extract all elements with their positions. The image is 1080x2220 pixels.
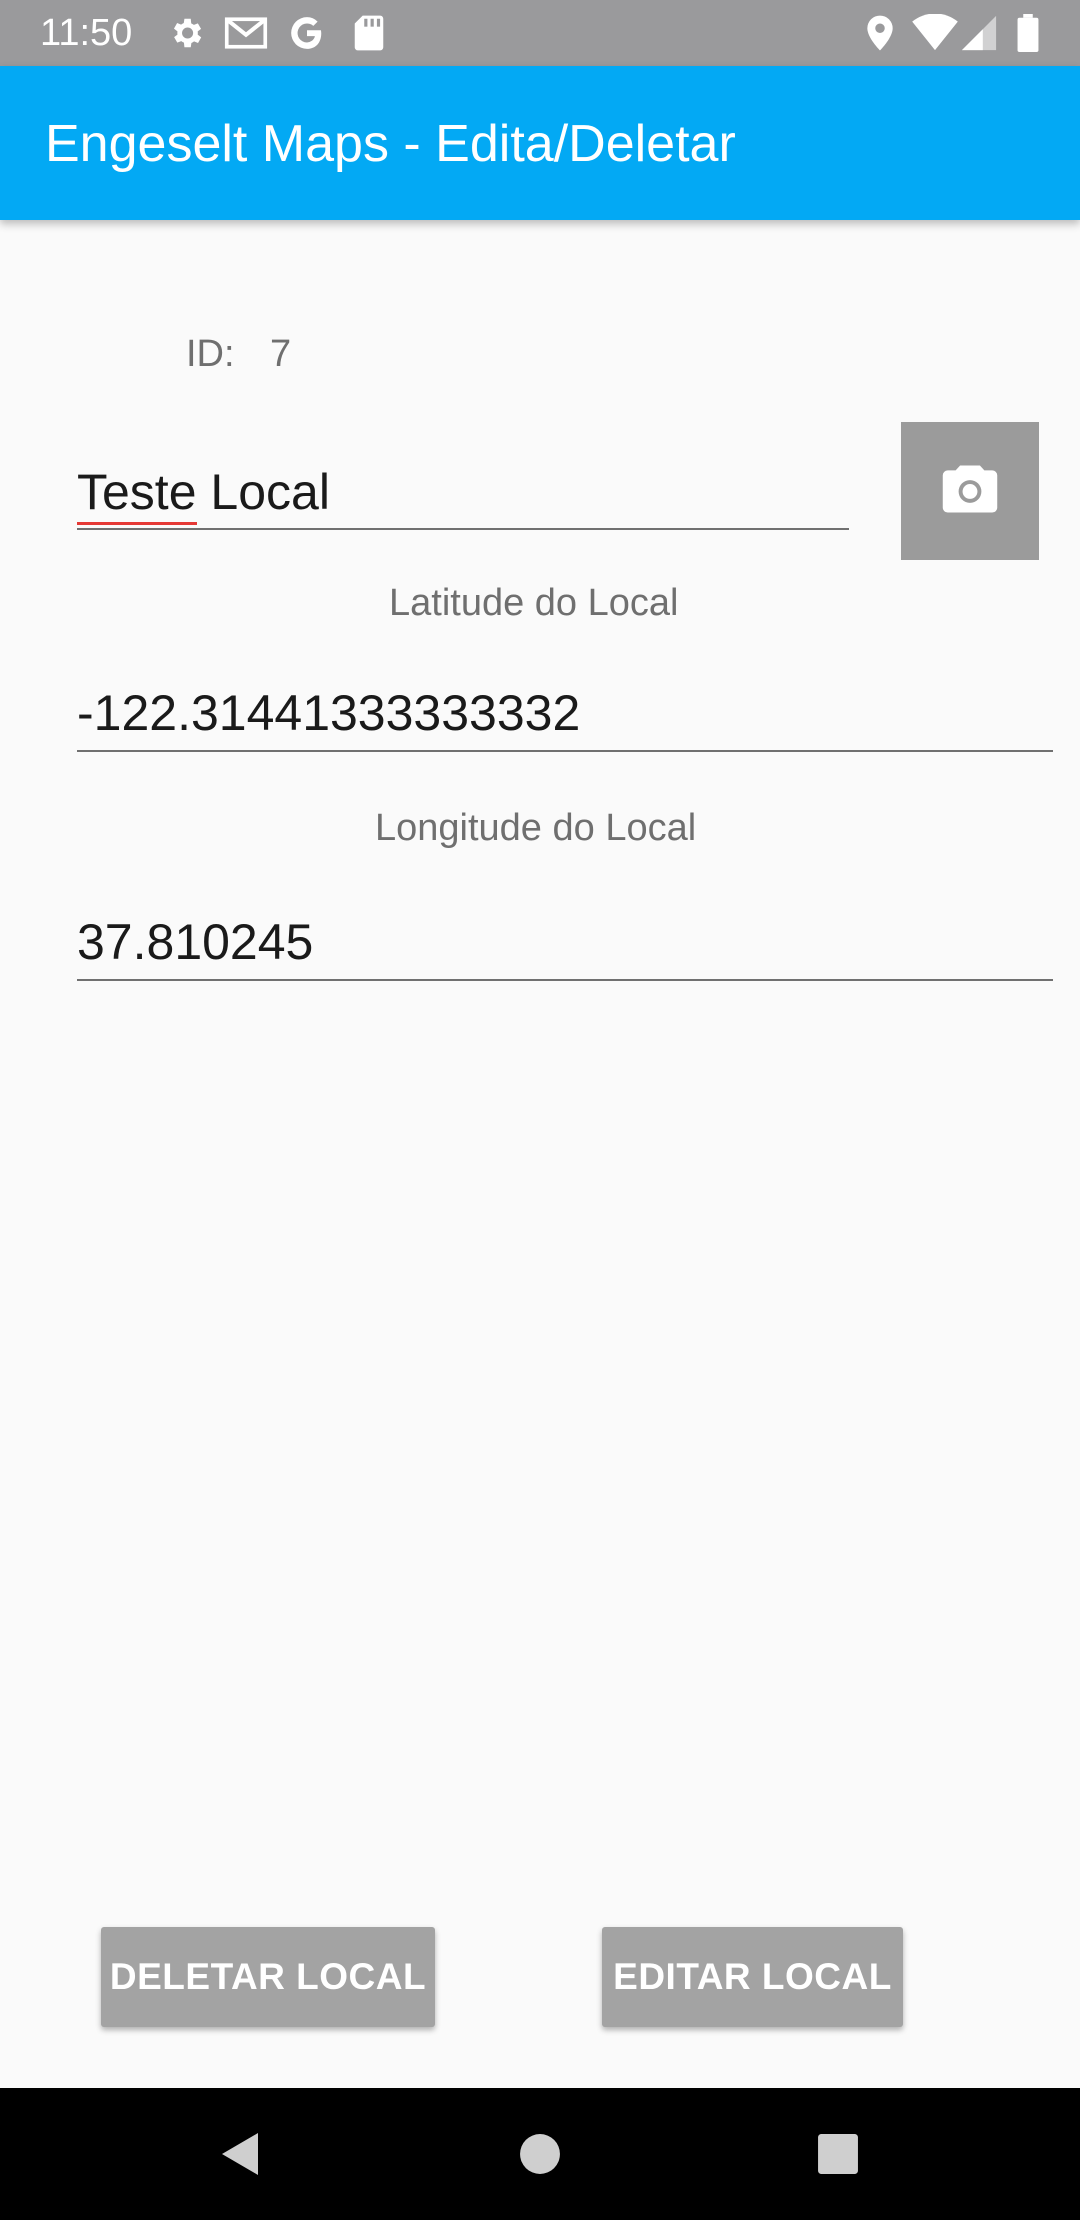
latitude-underline [77, 750, 1053, 752]
app-title: Engeselt Maps - Edita/Deletar [45, 115, 736, 173]
app-bar: Engeselt Maps - Edita/Deletar [0, 66, 1080, 220]
local-name-field[interactable]: Teste Local [77, 455, 849, 530]
camera-icon [940, 463, 1000, 520]
misspelled-word: Teste [77, 464, 197, 525]
navigation-bar [0, 2088, 1080, 2220]
signal-icon [960, 14, 998, 57]
delete-local-button[interactable]: DELETAR LOCAL [101, 1927, 435, 2027]
longitude-caption: Longitude do Local [375, 807, 697, 849]
battery-icon [1016, 14, 1040, 57]
home-icon[interactable] [510, 2088, 570, 2220]
camera-button[interactable] [901, 422, 1039, 560]
status-bar: 11:50 [0, 0, 1080, 66]
status-time: 11:50 [40, 12, 133, 54]
latitude-caption: Latitude do Local [389, 582, 679, 624]
local-name-value[interactable]: Teste Local [77, 463, 330, 525]
local-name-rest: Local [196, 464, 330, 520]
gear-icon [167, 14, 205, 57]
gmail-icon [224, 14, 268, 57]
edit-local-button[interactable]: EDITAR LOCAL [602, 1927, 903, 2027]
id-value: 7 [270, 333, 292, 375]
latitude-input[interactable] [77, 678, 1051, 748]
back-icon[interactable] [210, 2088, 270, 2220]
recents-icon[interactable] [808, 2088, 868, 2220]
sd-card-icon [352, 14, 386, 57]
id-label: ID: [186, 333, 235, 375]
longitude-underline [77, 979, 1053, 981]
google-icon [288, 14, 326, 57]
local-name-underline [77, 528, 849, 530]
location-pin-icon [864, 14, 896, 57]
wifi-icon [912, 13, 958, 57]
longitude-input[interactable] [77, 907, 1051, 977]
